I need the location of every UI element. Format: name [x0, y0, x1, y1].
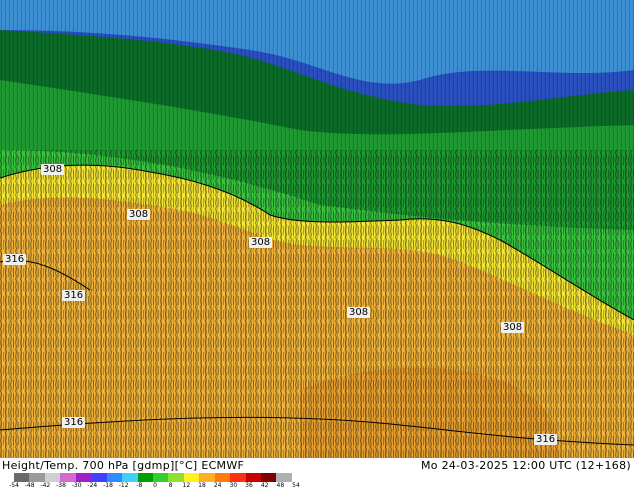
colorbar-tick-label: -48 [24, 482, 35, 489]
colorbar-swatch [137, 473, 153, 482]
colorbar-swatch [75, 473, 92, 482]
colorbar-swatch [245, 473, 261, 482]
colorbar-tick-label: -12 [118, 482, 129, 489]
colorbar-tick-label: 8 [168, 482, 173, 489]
colorbar-swatch [122, 473, 138, 482]
colorbar-swatch [214, 473, 231, 482]
colorbar-swatch [230, 473, 246, 482]
contour-label: 308 [249, 237, 273, 248]
contour-label: 308 [41, 164, 65, 175]
colorbar-tick-label: 54 [292, 482, 300, 489]
product-title: Height/Temp. 700 hPa [gdmp][°C] ECMWF [2, 459, 245, 472]
colorbar-swatch [199, 473, 215, 482]
colorbar-tick-label: 18 [198, 482, 206, 489]
colorbar-swatch [261, 473, 277, 482]
colorbar-swatch [106, 473, 123, 482]
contour-label: 316 [62, 417, 86, 428]
colorbar-swatch [60, 473, 76, 482]
colorbar-tick-label: -42 [40, 482, 51, 489]
colorbar-swatch [14, 473, 30, 482]
colorbar-swatch [152, 473, 169, 482]
colorbar-tick-label: -30 [71, 482, 82, 489]
colorbar-tick-label: -54 [9, 482, 19, 489]
contour-label: 308 [127, 209, 151, 220]
colorbar-swatch [276, 473, 292, 482]
contour-label: 308 [347, 307, 371, 318]
colorbar-swatch [29, 473, 45, 482]
colorbar-swatch [44, 473, 61, 482]
contour-label: 316 [62, 290, 86, 301]
colorbar-tick-label: -38 [56, 482, 66, 489]
colorbar-tick-label: 12 [182, 482, 191, 489]
contour-label: 316 [3, 254, 27, 265]
colorbar-tick-label: 0 [153, 482, 157, 489]
colorbar-tick-label: 48 [276, 482, 285, 489]
valid-time: Mo 24-03-2025 12:00 UTC (12+168) [420, 459, 631, 472]
colorbar-swatch [91, 473, 107, 482]
contour-label: 316 [534, 434, 558, 445]
colorbar-tick-label: -24 [87, 482, 98, 489]
colorbar-tick-label: 24 [213, 482, 222, 489]
temperature-colorbar [14, 473, 292, 482]
map-footer: Height/Temp. 700 hPa [gdmp][°C] ECMWF Mo… [0, 458, 634, 490]
contour-label: 308 [501, 322, 525, 333]
colorbar-swatch [168, 473, 184, 482]
colorbar-tick-label: 42 [260, 482, 269, 489]
colorbar-tick-label: -18 [103, 482, 113, 489]
colorbar-tick-label: 36 [245, 482, 253, 489]
weather-map: 308 308 308 316 316 308 308 316 316 [0, 0, 634, 458]
colorbar-tick-label: -8 [136, 482, 143, 489]
wind-barb-overlay [0, 150, 634, 458]
colorbar-tick-label: 30 [229, 482, 238, 489]
temperature-field [0, 0, 634, 458]
colorbar-ticks: -54 -48 -42 -38 -30 -24 -18 -12 -8 0 8 12 18 24 30 36 42… [9, 482, 300, 490]
colorbar-swatch [183, 473, 200, 482]
